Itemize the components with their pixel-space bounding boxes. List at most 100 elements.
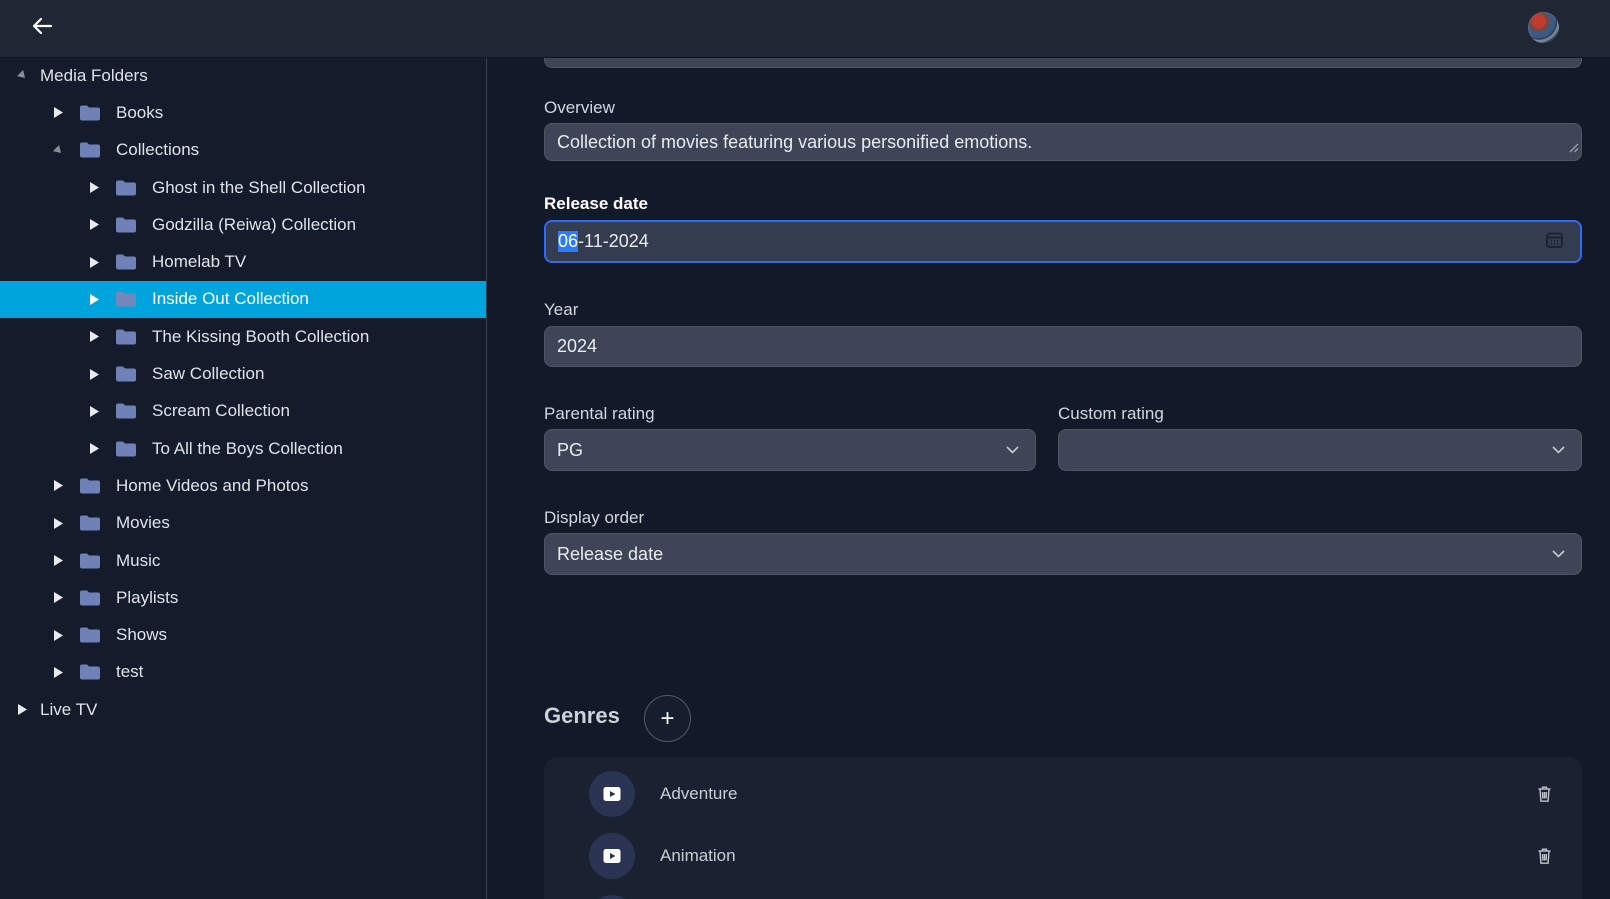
chevron-expanded-icon[interactable]	[50, 145, 66, 156]
sidebar-item-label: Movies	[116, 513, 170, 533]
folder-icon	[115, 253, 137, 271]
sidebar-item-label: Shows	[116, 625, 167, 645]
chevron-down-icon	[1006, 446, 1019, 454]
genre-item-adventure[interactable]: Adventure	[544, 763, 1582, 825]
display-order-select[interactable]: Release date	[544, 533, 1582, 575]
chevron-right-icon[interactable]	[86, 219, 102, 230]
sidebar-item-scream-collection[interactable]: Scream Collection	[0, 393, 486, 430]
folder-icon	[79, 141, 101, 159]
sidebar-item-label: Saw Collection	[152, 364, 264, 384]
folder-icon	[115, 365, 137, 383]
chevron-right-icon[interactable]	[86, 331, 102, 342]
sidebar-item-home-videos-and-photos[interactable]: Home Videos and Photos	[0, 467, 486, 504]
sidebar-item-label: Scream Collection	[152, 401, 290, 421]
sidebar-item-inside-out-collection[interactable]: Inside Out Collection	[0, 281, 486, 318]
chevron-right-icon[interactable]	[50, 555, 66, 566]
sidebar-item-live-tv[interactable]: Live TV	[0, 691, 486, 728]
media-folders-tree: Media Folders Books Collections Ghost in…	[0, 57, 487, 899]
folder-icon	[115, 402, 137, 420]
sidebar-item-saw-collection[interactable]: Saw Collection	[0, 355, 486, 392]
sidebar-item-label: To All the Boys Collection	[152, 439, 343, 459]
sidebar-item-godzilla-reiwa-collection[interactable]: Godzilla (Reiwa) Collection	[0, 206, 486, 243]
chevron-expanded-icon[interactable]	[14, 70, 30, 81]
chevron-right-icon[interactable]	[86, 182, 102, 193]
calendar-icon[interactable]	[1545, 230, 1564, 254]
back-button[interactable]	[24, 11, 60, 47]
chevron-right-icon[interactable]	[50, 480, 66, 491]
sidebar-item-collections[interactable]: Collections	[0, 132, 486, 169]
genre-label: Adventure	[660, 784, 738, 804]
genre-label: Animation	[660, 846, 736, 866]
chevron-right-icon[interactable]	[86, 406, 102, 417]
parental-rating-select[interactable]: PG	[544, 429, 1036, 471]
folder-icon	[79, 514, 101, 532]
custom-rating-select[interactable]	[1058, 429, 1582, 471]
genres-list: Adventure Animation	[544, 757, 1582, 899]
folder-icon	[79, 626, 101, 644]
genres-section-title: Genres	[544, 703, 620, 729]
sidebar-item-shows[interactable]: Shows	[0, 616, 486, 653]
sidebar-item-to-all-the-boys-collection[interactable]: To All the Boys Collection	[0, 430, 486, 467]
chevron-down-icon	[1552, 446, 1565, 454]
genre-avatar	[589, 771, 635, 817]
delete-genre-button[interactable]	[1537, 785, 1552, 803]
chevron-right-icon[interactable]	[50, 518, 66, 529]
chevron-right-icon[interactable]	[86, 443, 102, 454]
folder-icon	[115, 440, 137, 458]
sidebar-item-label: Inside Out Collection	[152, 289, 309, 309]
sidebar-item-label: Music	[116, 551, 160, 571]
year-input[interactable]	[544, 326, 1582, 367]
chevron-right-icon[interactable]	[86, 257, 102, 268]
display-order-label: Display order	[544, 508, 644, 528]
video-icon	[600, 782, 624, 806]
sidebar-item-label: Homelab TV	[152, 252, 246, 272]
sidebar-item-label: Media Folders	[40, 66, 148, 86]
chevron-right-icon[interactable]	[14, 704, 30, 715]
folder-icon	[79, 663, 101, 681]
overview-textarea[interactable]: Collection of movies featuring various p…	[544, 123, 1582, 161]
year-label: Year	[544, 300, 578, 320]
sidebar-item-ghost-in-the-shell-collection[interactable]: Ghost in the Shell Collection	[0, 169, 486, 206]
parental-rating-label: Parental rating	[544, 404, 655, 424]
sidebar-item-music[interactable]: Music	[0, 542, 486, 579]
sidebar-item-label: test	[116, 662, 143, 682]
sidebar-item-playlists[interactable]: Playlists	[0, 579, 486, 616]
chevron-right-icon[interactable]	[50, 630, 66, 641]
date-segment[interactable]: -11-2024	[578, 231, 649, 252]
parental-rating-value: PG	[557, 440, 998, 461]
chevron-right-icon[interactable]	[86, 294, 102, 305]
metadata-editor-screen: Media Folders Books Collections Ghost in…	[0, 0, 1610, 899]
sidebar-item-label: Collections	[116, 140, 199, 160]
display-order-value: Release date	[557, 544, 1544, 565]
chevron-down-icon	[1552, 550, 1565, 558]
selected-date-segment[interactable]: 06	[558, 231, 578, 252]
chevron-right-icon[interactable]	[86, 369, 102, 380]
add-genre-button[interactable]: +	[644, 695, 691, 742]
chevron-right-icon[interactable]	[50, 107, 66, 118]
genre-avatar	[589, 895, 635, 899]
genre-item-partial[interactable]	[544, 887, 1582, 899]
folder-icon	[115, 216, 137, 234]
sidebar-item-test[interactable]: test	[0, 654, 486, 691]
sidebar-item-media-folders[interactable]: Media Folders	[0, 57, 486, 94]
delete-genre-button[interactable]	[1537, 847, 1552, 865]
genre-item-animation[interactable]: Animation	[544, 825, 1582, 887]
folder-icon	[115, 328, 137, 346]
sidebar-item-the-kissing-booth-collection[interactable]: The Kissing Booth Collection	[0, 318, 486, 355]
sidebar-item-movies[interactable]: Movies	[0, 505, 486, 542]
user-avatar[interactable]	[1528, 12, 1559, 43]
release-date-input[interactable]: 06-11-2024	[544, 220, 1582, 263]
chevron-right-icon[interactable]	[50, 592, 66, 603]
sidebar-item-books[interactable]: Books	[0, 94, 486, 131]
clipped-input-field[interactable]	[544, 57, 1582, 68]
sidebar-item-label: Books	[116, 103, 163, 123]
trash-icon	[1537, 847, 1552, 865]
folder-icon	[79, 589, 101, 607]
sidebar-item-homelab-tv[interactable]: Homelab TV	[0, 243, 486, 280]
folder-icon	[79, 552, 101, 570]
chevron-right-icon[interactable]	[50, 667, 66, 678]
overview-label: Overview	[544, 98, 615, 118]
sidebar-item-label: Godzilla (Reiwa) Collection	[152, 215, 356, 235]
plus-icon: +	[660, 705, 674, 733]
folder-icon	[115, 179, 137, 197]
